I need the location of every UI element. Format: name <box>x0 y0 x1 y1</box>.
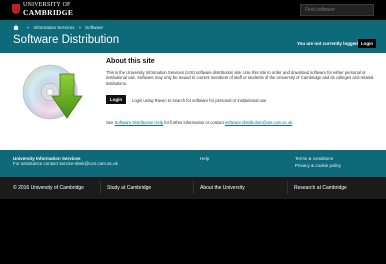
breadcrumb: » Information Services » Software <box>13 25 103 30</box>
footer-assist: For assistance contact service-desk@ucs.… <box>13 161 118 167</box>
help-link[interactable]: Software Distribution Help <box>115 120 163 125</box>
site-footer: University Information Services For assi… <box>0 150 386 177</box>
logo-line2: CAMBRIDGE <box>23 8 74 17</box>
cd-download-icon <box>22 64 83 120</box>
university-logo[interactable]: UNIVERSITY OF CAMBRIDGE <box>12 2 73 16</box>
footer-org: University Information Services <box>13 156 81 161</box>
footer-research-link[interactable]: Research at Cambridge <box>294 185 347 191</box>
login-status: You are not currently logged in <box>297 41 364 46</box>
footer-study-link[interactable]: Study at Cambridge <box>107 185 151 191</box>
footer-help-link[interactable]: Help <box>200 156 209 161</box>
page-header: » Information Services » Software Softwa… <box>0 20 386 53</box>
footer-contact: University Information Services For assi… <box>13 156 118 167</box>
help-middle: for further information or contact <box>164 120 224 125</box>
search-input[interactable] <box>300 4 374 16</box>
footer-divider <box>287 181 288 194</box>
footer-policy-links: Terms & conditions Privacy & cookie poli… <box>295 156 341 169</box>
top-bar: UNIVERSITY OF CAMBRIDGE <box>0 0 386 20</box>
breadcrumb-separator: » <box>27 25 30 30</box>
help-prefix: See <box>106 120 114 125</box>
footer-about-university-link[interactable]: About the University <box>200 185 245 191</box>
raven-login-text: Login using Raven to search for software… <box>132 98 267 103</box>
breadcrumb-separator: » <box>78 25 82 30</box>
help-suffix: . <box>292 120 294 125</box>
footer-copyright: © 2016 University of Cambridge <box>13 185 84 191</box>
login-button[interactable]: Login <box>106 95 126 104</box>
main-content: About this site This is the University I… <box>0 53 386 150</box>
footer-divider <box>100 181 101 194</box>
cambridge-shield-icon <box>12 4 20 14</box>
page-title: Software Distribution <box>13 34 120 46</box>
about-body: This is the University Information Servi… <box>106 70 374 86</box>
help-line: See Software Distribution Help for furth… <box>106 120 293 125</box>
breadcrumb-information-services[interactable]: Information Services <box>34 25 75 30</box>
header-login-button[interactable]: Login <box>358 39 376 48</box>
contact-email-link[interactable]: software-distribution@uis.cam.ac.uk <box>225 120 292 125</box>
home-icon[interactable] <box>13 25 19 30</box>
university-footer: © 2016 University of Cambridge Study at … <box>0 177 386 199</box>
footer-privacy-link[interactable]: Privacy & cookie policy <box>295 163 341 170</box>
logo-wordmark: UNIVERSITY OF CAMBRIDGE <box>23 2 73 16</box>
breadcrumb-software[interactable]: Software <box>85 25 103 30</box>
footer-divider <box>193 181 194 194</box>
about-heading: About this site <box>106 58 155 65</box>
